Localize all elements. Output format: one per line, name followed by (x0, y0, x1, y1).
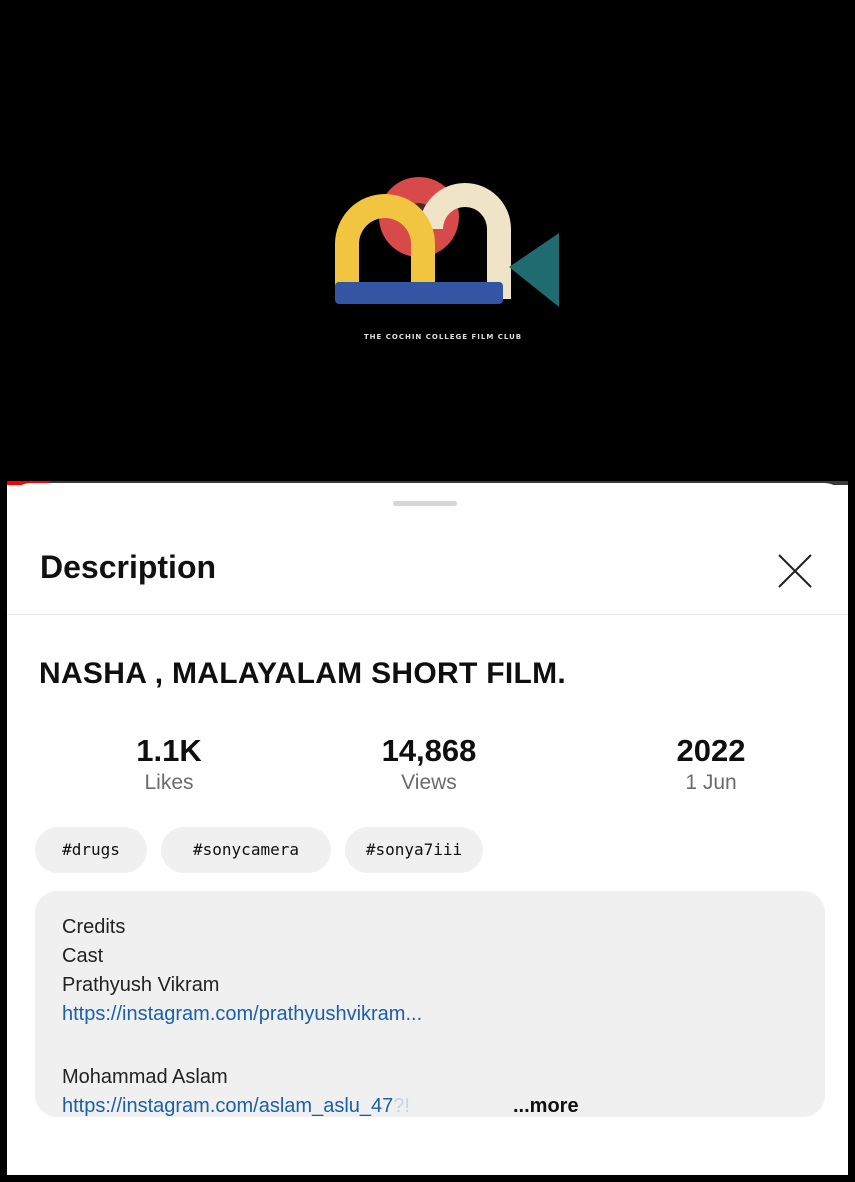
upload-year: 2022 (676, 733, 746, 768)
views-count: 14,868 (381, 733, 477, 768)
hashtag-chip[interactable]: #sonycamera (161, 827, 331, 873)
camera-reel-logo-icon (335, 177, 559, 307)
close-icon (778, 554, 812, 588)
stat-views: 14,868 Views (329, 733, 529, 797)
stat-date: 2022 1 Jun (611, 733, 811, 797)
cast-heading: Cast (62, 945, 104, 967)
instagram-link-text: https://instagram.com/aslam_aslu_47 (62, 1095, 394, 1117)
credits-heading: Credits (62, 916, 126, 938)
hashtag-chip[interactable]: #drugs (35, 827, 147, 873)
hashtag-chip[interactable]: #sonya7iii (345, 827, 483, 873)
truncated-link-fade: ?! (393, 1095, 410, 1117)
video-player[interactable]: THE COCHIN COLLEGE FILM CLUB (7, 7, 848, 482)
cast-name: Mohammad Aslam (62, 1066, 228, 1088)
video-title: NASHA , MALAYALAM SHORT FILM. (39, 657, 567, 690)
instagram-link[interactable]: https://instagram.com/aslam_aslu_47?! (62, 1092, 410, 1121)
likes-count: 1.1K (136, 733, 202, 768)
app-frame: THE COCHIN COLLEGE FILM CLUB Description… (0, 0, 855, 1182)
description-body[interactable]: Credits Cast Prathyush Vikram https://in… (35, 891, 825, 1117)
show-more-button[interactable]: ...more (513, 1092, 579, 1121)
cast-name: Prathyush Vikram (62, 974, 220, 996)
instagram-link[interactable]: https://instagram.com/prathyushvikram... (62, 1000, 422, 1029)
sheet-title: Description (40, 549, 217, 585)
stat-likes: 1.1K Likes (69, 733, 269, 797)
description-sheet: Description NASHA , MALAYALAM SHORT FILM… (7, 483, 848, 1175)
views-label: Views (401, 771, 457, 794)
logo-caption: THE COCHIN COLLEGE FILM CLUB (363, 333, 523, 341)
film-club-logo: THE COCHIN COLLEGE FILM CLUB (323, 167, 563, 357)
close-button[interactable] (775, 551, 815, 591)
likes-label: Likes (144, 771, 194, 794)
sheet-header: Description (7, 483, 848, 615)
stats-row: 1.1K Likes 14,868 Views 2022 1 Jun (7, 733, 848, 803)
upload-date: 1 Jun (685, 771, 737, 794)
